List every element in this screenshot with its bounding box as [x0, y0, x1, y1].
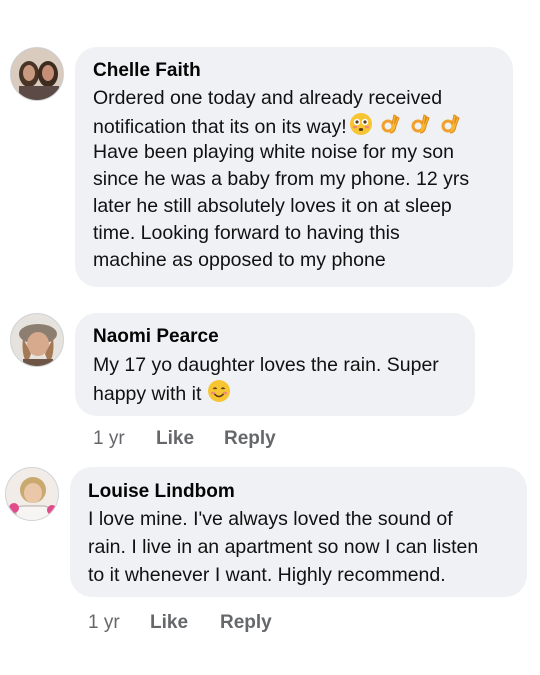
comment-author[interactable]: Louise Lindbom: [88, 481, 235, 503]
comment-text-segment: happy with it: [93, 383, 202, 405]
comment-bubble: Chelle Faith Ordered one today and alrea…: [75, 47, 513, 287]
comment-text-line: happy with it: [93, 379, 231, 411]
comment-text-segment: notification that its on its way!: [93, 116, 347, 138]
comment-text-line: later he still absolutely loves it on at…: [93, 195, 452, 217]
avatar[interactable]: [10, 313, 64, 367]
comment-timestamp[interactable]: 1 yr: [88, 612, 120, 634]
comment-bubble: Louise Lindbom I love mine. I've always …: [70, 467, 527, 597]
comment-text-line: machine as opposed to my phone: [93, 249, 386, 271]
like-button[interactable]: Like: [156, 428, 194, 450]
avatar[interactable]: [5, 467, 59, 521]
comment-text-line: rain. I live in an apartment so now I ca…: [88, 536, 479, 558]
comment-author[interactable]: Naomi Pearce: [93, 326, 219, 348]
comment-text-line: Have been playing white noise for my son: [93, 141, 454, 163]
comment-author[interactable]: Chelle Faith: [93, 60, 201, 82]
comment-text-line: Ordered one today and already received: [93, 87, 443, 109]
comment-bubble: Naomi Pearce My 17 yo daughter loves the…: [75, 313, 475, 416]
comment-text-line: since he was a baby from my phone. 12 yr…: [93, 168, 470, 190]
avatar[interactable]: [10, 47, 64, 101]
like-button[interactable]: Like: [150, 612, 188, 634]
comment-text-line: to it whenever I want. Highly recommend.: [88, 564, 446, 586]
reply-button[interactable]: Reply: [224, 428, 276, 450]
comment-timestamp[interactable]: 1 yr: [93, 428, 125, 450]
comment-text-line: time. Looking forward to having this: [93, 222, 400, 244]
comment-text-line: My 17 yo daughter loves the rain. Super: [93, 354, 439, 376]
reply-button[interactable]: Reply: [220, 612, 272, 634]
smiling-face-icon: [207, 379, 231, 411]
comment-text-line: I love mine. I've always loved the sound…: [88, 508, 453, 530]
